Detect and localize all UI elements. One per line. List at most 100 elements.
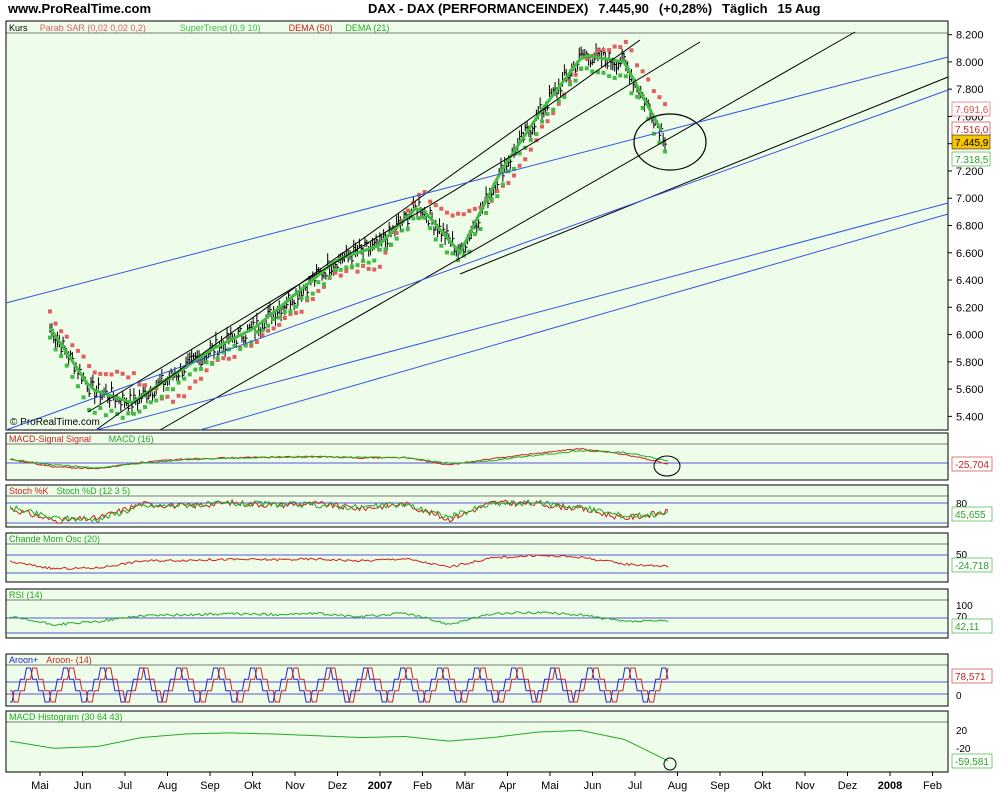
indicator-legend-item: Stoch %D (12 3 5): [57, 486, 131, 496]
supertrend-dot: [411, 216, 416, 221]
sar-dot: [87, 364, 92, 369]
xtick-label: Sep: [200, 780, 220, 792]
supertrend-dot: [316, 280, 321, 285]
indicator-panel-6[interactable]: [5, 710, 949, 773]
price-ytick-label: 7.800: [956, 84, 984, 96]
sar-dot: [165, 394, 170, 399]
indicator-legend-item: Chande Mom Osc (20): [9, 534, 100, 544]
sar-dot: [232, 354, 237, 359]
sar-dot: [551, 111, 556, 116]
supertrend-dot: [333, 267, 338, 272]
supertrend-dot: [349, 264, 354, 269]
supertrend-dot: [450, 251, 455, 256]
supertrend-dot: [131, 411, 136, 416]
supertrend-dot: [472, 232, 477, 237]
sar-dot: [70, 343, 75, 348]
sar-dot: [355, 269, 360, 274]
supertrend-dot: [417, 216, 421, 221]
indicator-ytick-label: 0: [956, 691, 962, 702]
supertrend-dot: [98, 405, 103, 410]
xtick-label: Okt: [754, 780, 771, 792]
indicator-legend-item: MACD-Signal Signal: [9, 434, 91, 444]
supertrend-dot: [143, 405, 148, 410]
sar-dot: [131, 371, 136, 376]
supertrend-dot: [299, 296, 304, 301]
supertrend-dot: [321, 282, 326, 287]
xtick-label: Apr: [499, 780, 516, 792]
indicator-panel-3[interactable]: [5, 532, 949, 583]
indicator-legend-item: RSI (14): [9, 590, 43, 600]
sar-dot: [528, 147, 533, 152]
last-price-tag-label: 7.445,9: [955, 138, 989, 149]
supertrend-dot: [612, 75, 617, 80]
sar-dot: [126, 375, 131, 380]
sar-dot: [294, 310, 298, 315]
xtick-label: Feb: [923, 780, 942, 792]
price-ytick-label: 6.400: [956, 275, 984, 287]
sar-dot: [193, 379, 198, 384]
supertrend-dot: [528, 138, 533, 143]
supertrend-dot: [601, 70, 606, 75]
supertrend-dot: [126, 411, 131, 416]
legend-item-1: Parab SAR (0,02 0,02 0,2): [40, 23, 146, 33]
indicator-panel-4[interactable]: [5, 588, 949, 639]
supertrend-dot: [344, 265, 349, 270]
sar-dot: [573, 72, 578, 77]
sar-dot: [282, 316, 287, 321]
supertrend-dot: [484, 211, 489, 216]
supertrend-dot: [48, 335, 52, 340]
supertrend-dot: [433, 237, 438, 242]
supertrend-dot: [159, 394, 164, 399]
sar-dot: [75, 348, 80, 353]
supertrend-dot: [154, 398, 159, 403]
supertrend-dot: [663, 149, 667, 154]
supertrend-dot: [444, 250, 449, 255]
indicator-last-value: 45,655: [955, 510, 986, 521]
sar-dot: [523, 157, 528, 162]
stock-chart[interactable]: Kurs Parab SAR (0,02 0,02 0,2) SuperTrend …: [0, 0, 1000, 800]
sar-dot: [277, 322, 282, 327]
supertrend-dot: [75, 384, 80, 389]
supertrend-dot: [551, 107, 556, 112]
supertrend-dot: [204, 360, 209, 365]
supertrend-dot: [277, 315, 282, 320]
indicator-legend-item: MACD (16): [109, 434, 154, 444]
sar-dot: [450, 213, 455, 218]
sar-dot: [433, 203, 438, 208]
sar-dot: [182, 394, 187, 399]
sar-dot: [366, 266, 371, 271]
supertrend-dot: [422, 215, 427, 220]
sar-dot: [461, 212, 466, 217]
supertrend-dot: [573, 78, 578, 83]
sar-dot: [646, 77, 651, 82]
sar-dot: [103, 372, 108, 377]
indicator-panel-5[interactable]: [5, 653, 949, 707]
supertrend-dot: [109, 408, 114, 413]
xtick-label: 2008: [878, 780, 902, 792]
sar-dot: [120, 371, 125, 376]
supertrend-dot: [567, 82, 572, 87]
supertrend-dot: [92, 410, 97, 415]
xtick-label: Okt: [244, 780, 261, 792]
sar-dot: [372, 267, 377, 272]
supertrend-dot: [389, 242, 394, 247]
supertrend-dot: [478, 226, 483, 231]
indicator-last-value: -25,704: [955, 460, 989, 471]
xtick-label: Dez: [328, 780, 348, 792]
supertrend-dot: [377, 247, 382, 252]
supertrend-dot: [310, 291, 315, 296]
supertrend-dot: [623, 74, 628, 79]
sar-dot: [299, 309, 304, 314]
sar-dot: [612, 44, 617, 49]
supertrend-dot: [338, 267, 343, 272]
sar-dot: [171, 399, 175, 404]
supertrend-dot: [294, 304, 298, 309]
sar-dot: [266, 328, 271, 333]
sar-dot: [59, 329, 64, 334]
indicator-ytick-label: 20: [956, 726, 968, 737]
sar-dot: [472, 206, 477, 211]
sar-dot: [377, 264, 382, 269]
indicator-panel-2[interactable]: [5, 484, 949, 528]
supertrend-dot: [70, 374, 75, 379]
supertrend-dot: [640, 105, 645, 110]
